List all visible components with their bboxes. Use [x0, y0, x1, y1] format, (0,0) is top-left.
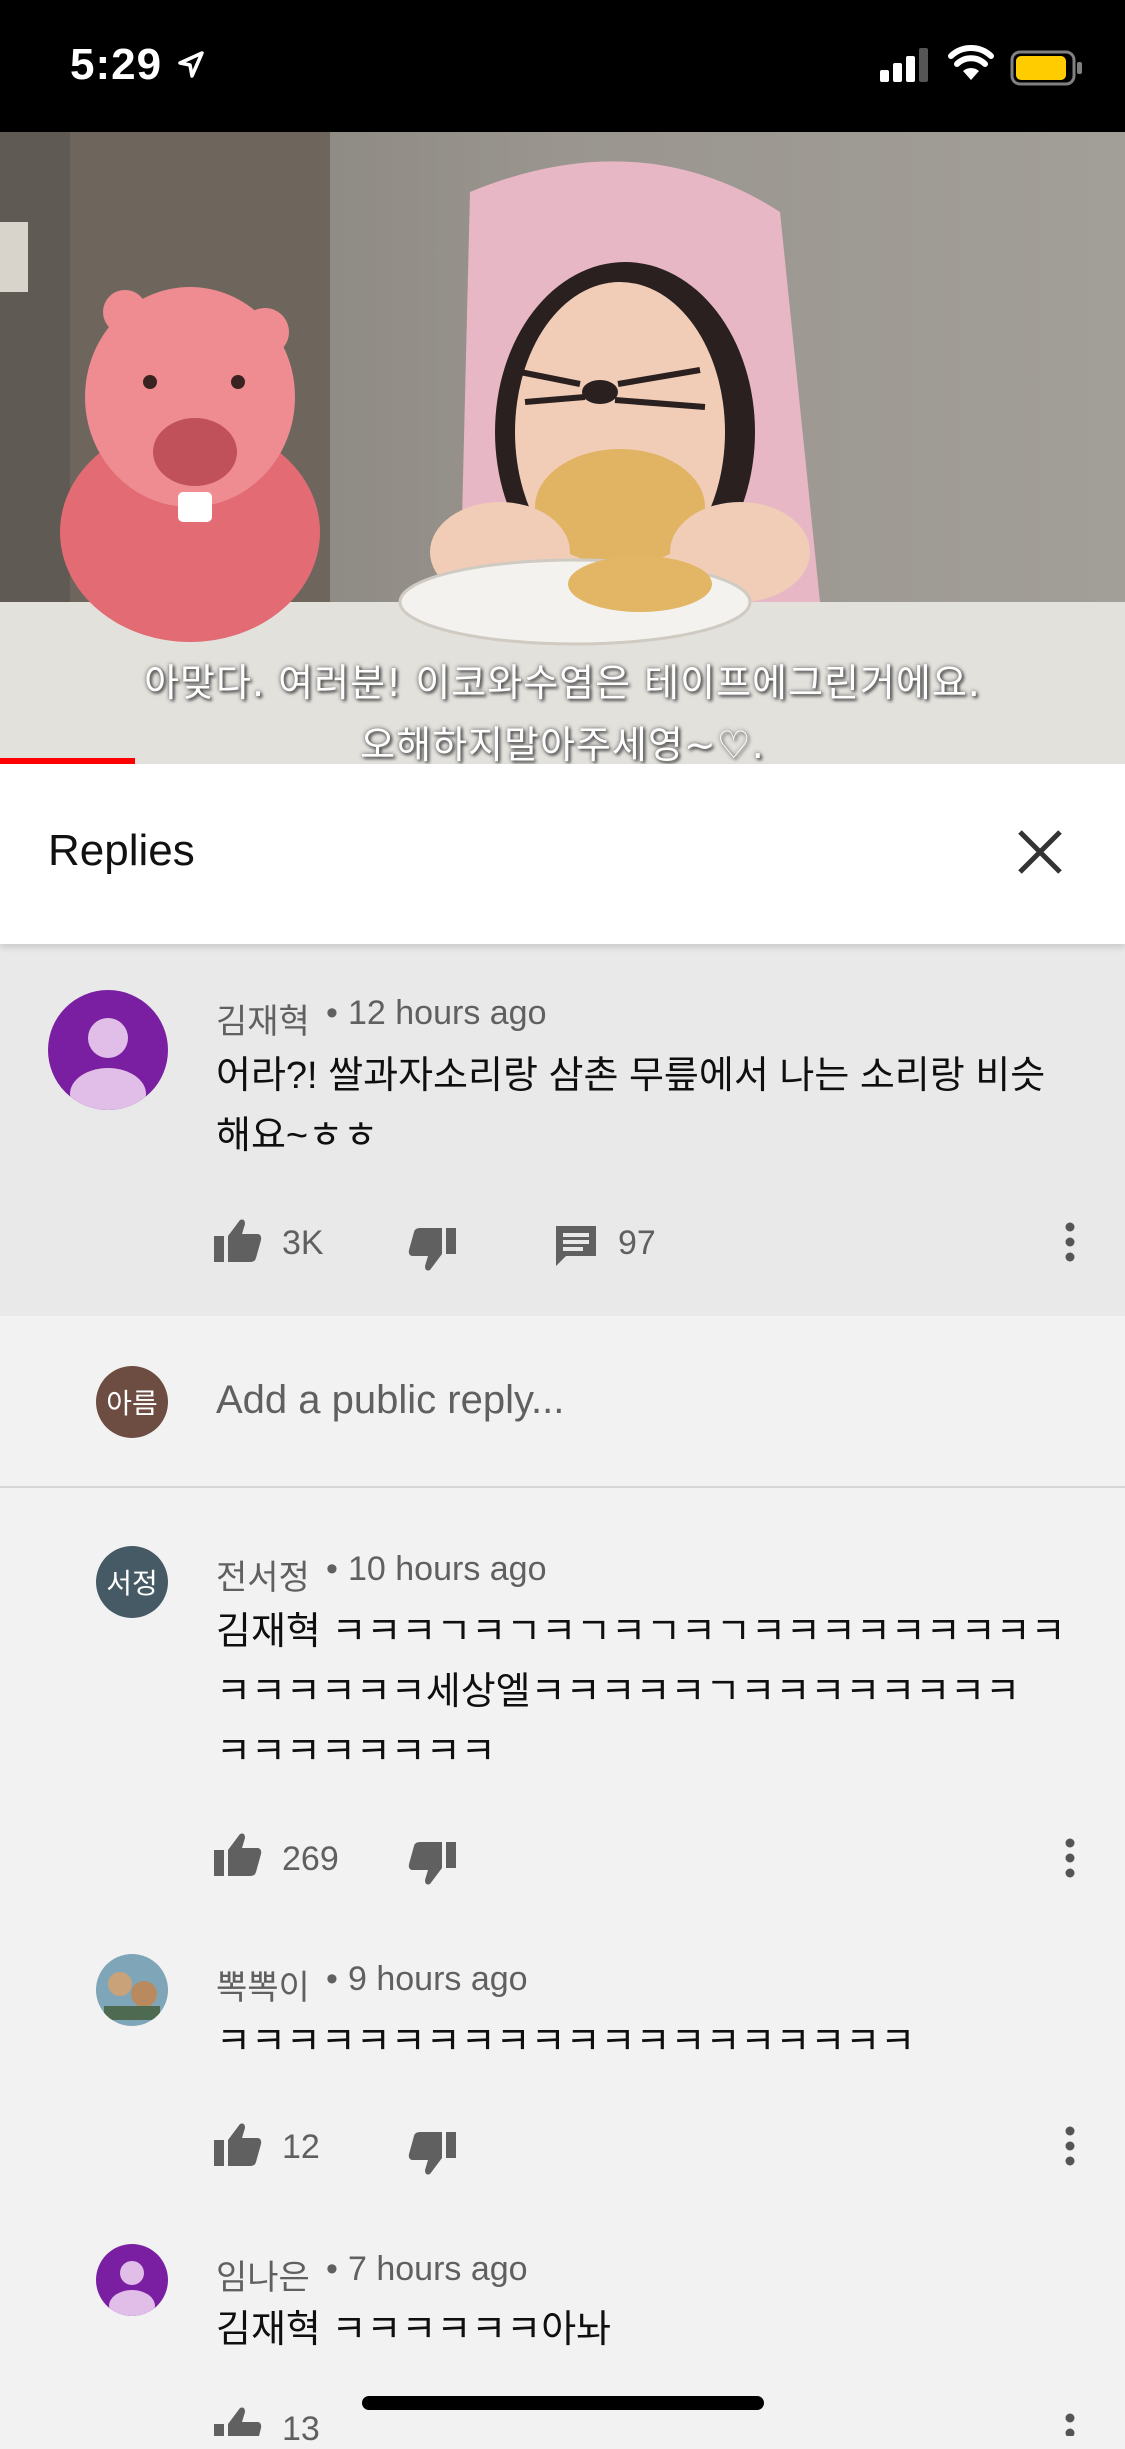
home-indicator[interactable] [362, 2396, 764, 2410]
reply-comment-icon[interactable] [554, 1224, 598, 1268]
reply-count: 97 [618, 1224, 656, 1262]
reply-text-line1: ㅋㅋㅋㅋㅋㅋㅋㅋㅋㅋㅋㅋㅋㅋㅋㅋㅋㅋㅋㅋ [216, 2021, 916, 2063]
reply-author[interactable]: 전서정 [216, 1550, 310, 1599]
like-icon[interactable] [214, 2122, 262, 2166]
more-options-icon[interactable] [1060, 2126, 1080, 2166]
comment-time: 12 hours ago [348, 994, 547, 1032]
like-icon[interactable] [214, 1832, 262, 1876]
wifi-icon [948, 45, 994, 80]
reply-time: 7 hours ago [348, 2250, 528, 2288]
dislike-icon[interactable] [408, 1842, 456, 1886]
reply-time: 9 hours ago [348, 1960, 528, 1998]
like-count: 13 [282, 2410, 320, 2448]
like-count: 3K [282, 1224, 324, 1262]
location-arrow-icon [178, 51, 204, 78]
video-player[interactable]: 아맞다. 여러분! 이코와수염은 테이프에그린거에요. 오해하지말아주세영~♡. [0, 132, 1125, 764]
more-options-icon[interactable] [1060, 2412, 1080, 2436]
replies-header: Replies [0, 764, 1125, 944]
default-avatar-icon [70, 1018, 146, 1110]
reply-separator: • [326, 2250, 338, 2288]
dislike-icon[interactable] [408, 1228, 456, 1272]
like-count: 12 [282, 2128, 320, 2166]
like-icon[interactable] [214, 2406, 262, 2436]
reply-author[interactable]: 임나은 [216, 2250, 310, 2299]
default-avatar-icon [109, 2261, 155, 2316]
video-subtitle-line2: 오해하지말아주세영~♡. [360, 723, 765, 764]
avatar[interactable] [96, 1954, 168, 2026]
comment-separator: • [326, 994, 338, 1032]
comment-text-line2: 해요~ㅎㅎ [216, 1115, 379, 1157]
replies-title: Replies [48, 826, 195, 875]
avatar[interactable] [48, 990, 168, 1110]
comment-text-line1: 어라?! 쌀과자소리랑 삼촌 무릎에서 나는 소리랑 비슷 [216, 1055, 1046, 1097]
comment-author[interactable]: 김재혁 [216, 994, 310, 1043]
video-subtitle-line1: 아맞다. 여러분! 이코와수염은 테이프에그린거에요. [144, 661, 981, 705]
like-icon[interactable] [214, 1218, 262, 1262]
reply-separator: • [326, 1550, 338, 1588]
like-count: 269 [282, 1840, 339, 1878]
avatar[interactable] [96, 2244, 168, 2316]
avatar[interactable]: 서정 [96, 1546, 168, 1618]
status-bar: 5:29 [0, 0, 1125, 132]
more-options-icon[interactable] [1060, 1222, 1080, 1262]
reply-separator: • [326, 1960, 338, 1998]
reply-author[interactable]: 뽁뽁이 [216, 1960, 310, 2009]
battery-icon [1010, 50, 1082, 86]
more-options-icon[interactable] [1060, 1838, 1080, 1878]
status-time: 5:29 [70, 40, 163, 89]
cellular-signal-icon [880, 48, 928, 82]
dislike-icon[interactable] [408, 2132, 456, 2176]
close-icon[interactable] [1010, 822, 1070, 882]
reply-text-line1: 김재혁 ㅋㅋㅋㄱㅋㄱㅋㄱㅋㄱㅋㄱㅋㅋㅋㅋㅋㅋㅋㅋㅋ [216, 1611, 1066, 1653]
reply-input[interactable]: Add a public reply... [216, 1378, 564, 1423]
photo-avatar-icon [96, 1954, 168, 2026]
user-avatar: 아름 [96, 1366, 168, 1438]
child [430, 161, 820, 602]
reply-text-line1: 김재혁 ㅋㅋㅋㅋㅋㅋ아놔 [216, 2309, 612, 2351]
reply-time: 10 hours ago [348, 1550, 547, 1588]
reply-text-line2: ㅋㅋㅋㅋㅋㅋ세상엘ㅋㅋㅋㅋㅋㄱㅋㅋㅋㅋㅋㅋㅋㅋ [216, 1671, 1021, 1713]
reply-text-line3: ㅋㅋㅋㅋㅋㅋㅋㅋ [216, 1731, 496, 1773]
